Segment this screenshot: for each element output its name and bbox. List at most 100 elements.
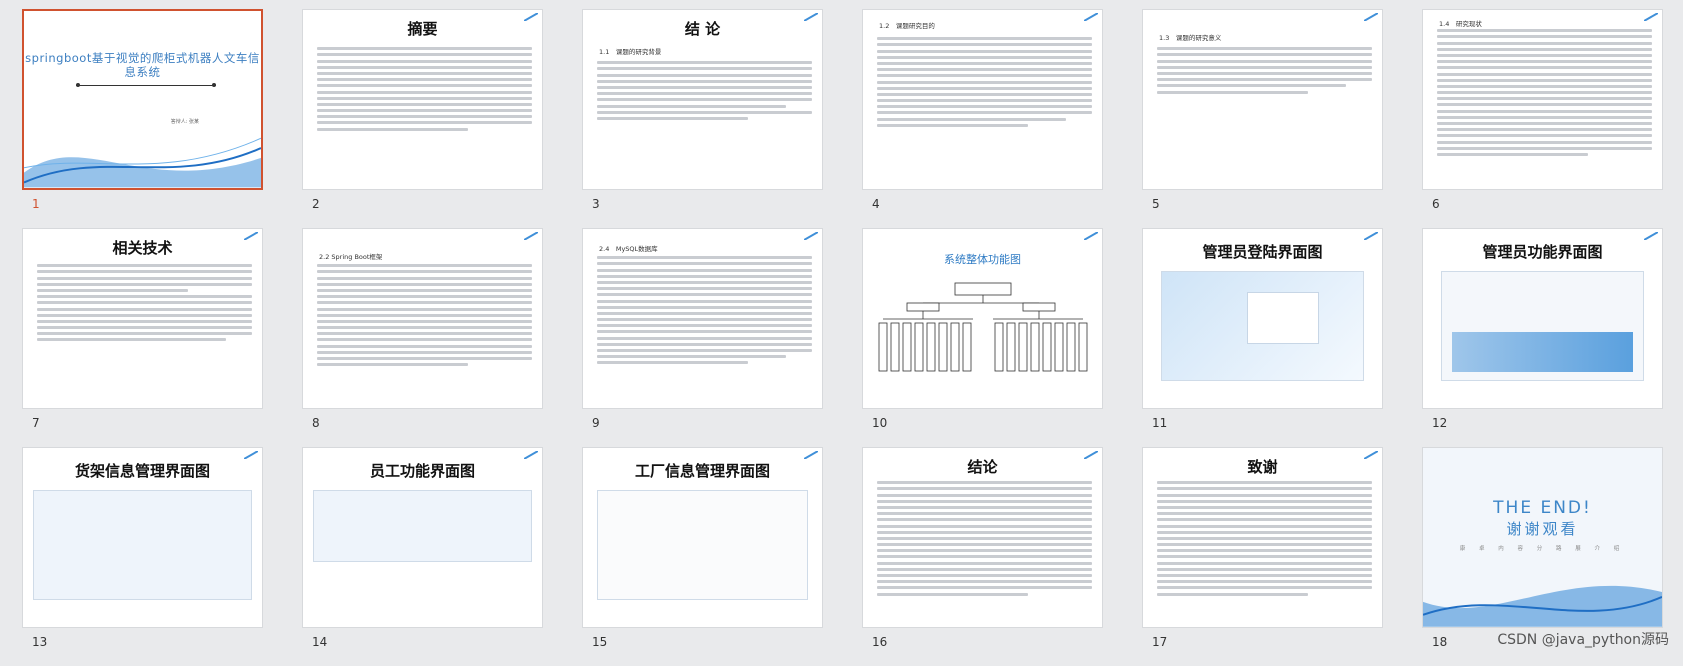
slide-cell: 摘要 2: [302, 9, 543, 228]
slide-thumbnail-17[interactable]: 致谢: [1142, 447, 1383, 628]
slide-cell: 1.3 课题的研究意义 5: [1142, 9, 1383, 228]
slide-number: 16: [872, 635, 888, 649]
slide-number: 4: [872, 197, 880, 211]
slide-title: 员工功能界面图: [369, 462, 475, 480]
slide-number: 7: [32, 416, 40, 430]
slide-cell: 2.2 Spring Boot框架 8: [302, 228, 543, 447]
slide-number: 3: [592, 197, 600, 211]
slide-cell: 工厂信息管理界面图 15: [582, 447, 823, 666]
function-diagram: [878, 282, 1088, 372]
slide-cell: 相关技术 7: [22, 228, 263, 447]
screenshot-image: [33, 490, 252, 600]
slide-cell: 结 论 1.1 课题的研究背景 3: [582, 9, 823, 228]
slide-cell: 系统整体功能图 10: [862, 228, 1103, 447]
corner-icon: [1364, 13, 1378, 21]
screenshot-image: [1161, 271, 1364, 381]
slide-thumbnail-5[interactable]: 1.3 课题的研究意义: [1142, 9, 1383, 190]
slide-thumbnail-12[interactable]: 管理员功能界面图: [1422, 228, 1663, 409]
slide-thumbnail-11[interactable]: 管理员登陆界面图: [1142, 228, 1383, 409]
slide-cell: 1.2 课题研究目的 4: [862, 9, 1103, 228]
slide-heading: 1.1 课题的研究背景: [599, 48, 662, 56]
wave-decoration: [1423, 585, 1662, 627]
slide-thumbnail-13[interactable]: 货架信息管理界面图: [22, 447, 263, 628]
screenshot-image: [313, 490, 532, 562]
slide-thumbnail-18[interactable]: THE END! 谢谢观看 康 卓 内 容 分 路 展 介 绍: [1422, 447, 1663, 628]
slide-title: 管理员功能界面图: [1482, 243, 1603, 261]
slide-title: 货架信息管理界面图: [74, 462, 210, 480]
slide-thumbnail-9[interactable]: 2.4 MySQL数据库: [582, 228, 823, 409]
slide-cell: springboot基于视觉的爬柜式机器人文车信息系统 答辩人: 张某 1: [22, 9, 263, 228]
slide-number: 15: [592, 635, 608, 649]
corner-icon: [1644, 232, 1658, 240]
slide-thumbnail-2[interactable]: 摘要: [302, 9, 543, 190]
slide-title: 系统整体功能图: [944, 253, 1021, 266]
slide-cell: 管理员登陆界面图 11: [1142, 228, 1383, 447]
cover-title: springboot基于视觉的爬柜式机器人文车信息系统: [25, 51, 260, 79]
slide-number: 12: [1432, 416, 1448, 430]
text-block: [37, 261, 252, 345]
slide-thumbnail-4[interactable]: 1.2 课题研究目的: [862, 9, 1103, 190]
slide-thumbnail-1[interactable]: springboot基于视觉的爬柜式机器人文车信息系统 答辩人: 张某: [22, 9, 263, 190]
slide-heading: 2.4 MySQL数据库: [599, 245, 658, 253]
slide-number: 9: [592, 416, 600, 430]
slide-number: 6: [1432, 197, 1440, 211]
slide-cell: 2.4 MySQL数据库 9: [582, 228, 823, 447]
corner-icon: [1364, 232, 1378, 240]
slide-title: 相关技术: [112, 239, 173, 257]
corner-icon: [244, 451, 258, 459]
slide-number: 1: [32, 197, 40, 211]
slide-heading: 1.3 课题的研究意义: [1159, 34, 1222, 42]
wave-decoration: [24, 137, 261, 188]
text-block: [877, 34, 1092, 130]
slide-title: 管理员登陆界面图: [1202, 243, 1323, 261]
text-block: [597, 253, 812, 368]
cover-author: 答辩人: 张某: [170, 119, 199, 125]
text-block: [1157, 44, 1372, 97]
slide-sorter-grid: springboot基于视觉的爬柜式机器人文车信息系统 答辩人: 张某 1 摘要…: [22, 9, 1663, 666]
divider: [76, 83, 216, 87]
slide-thumbnail-8[interactable]: 2.2 Spring Boot框架: [302, 228, 543, 409]
corner-icon: [1084, 232, 1098, 240]
slide-number: 2: [312, 197, 320, 211]
screenshot-image: [1441, 271, 1644, 381]
slide-number: 10: [872, 416, 888, 430]
slide-title: 工厂信息管理界面图: [634, 462, 770, 480]
slide-number: 8: [312, 416, 320, 430]
slide-heading: 2.2 Spring Boot框架: [319, 253, 383, 261]
end-subtitle: 谢谢观看: [1506, 520, 1579, 538]
slide-heading: 1.2 课题研究目的: [879, 22, 935, 30]
corner-icon: [804, 451, 818, 459]
end-tagline: 康 卓 内 容 分 路 展 介 绍: [1459, 546, 1626, 552]
slide-thumbnail-14[interactable]: 员工功能界面图: [302, 447, 543, 628]
end-title: THE END!: [1493, 498, 1592, 518]
text-block: [1157, 478, 1372, 599]
slide-title: 结论: [967, 458, 998, 476]
slide-thumbnail-10[interactable]: 系统整体功能图: [862, 228, 1103, 409]
slide-number: 5: [1152, 197, 1160, 211]
slide-cell: 货架信息管理界面图 13: [22, 447, 263, 666]
slide-thumbnail-7[interactable]: 相关技术: [22, 228, 263, 409]
corner-icon: [524, 232, 538, 240]
slide-number: 18: [1432, 635, 1448, 649]
slide-thumbnail-3[interactable]: 结 论 1.1 课题的研究背景: [582, 9, 823, 190]
corner-icon: [1084, 13, 1098, 21]
slide-number: 14: [312, 635, 328, 649]
slide-thumbnail-16[interactable]: 结论: [862, 447, 1103, 628]
text-block: [597, 58, 812, 123]
corner-icon: [524, 451, 538, 459]
slide-number: 13: [32, 635, 48, 649]
slide-thumbnail-15[interactable]: 工厂信息管理界面图: [582, 447, 823, 628]
slide-cell: 员工功能界面图 14: [302, 447, 543, 666]
slide-title: 结 论: [684, 20, 721, 38]
slide-cell: 1.4 研究现状 6: [1422, 9, 1663, 228]
text-block: [317, 44, 532, 134]
slide-thumbnail-6[interactable]: 1.4 研究现状: [1422, 9, 1663, 190]
text-block: [317, 261, 532, 369]
slide-cell: 致谢 17: [1142, 447, 1383, 666]
slide-cell: 结论 16: [862, 447, 1103, 666]
slide-cell: 管理员功能界面图 12: [1422, 228, 1663, 447]
text-block: [877, 478, 1092, 599]
watermark: CSDN @java_python源码: [1497, 632, 1669, 648]
text-block: [1437, 26, 1652, 159]
corner-icon: [804, 232, 818, 240]
